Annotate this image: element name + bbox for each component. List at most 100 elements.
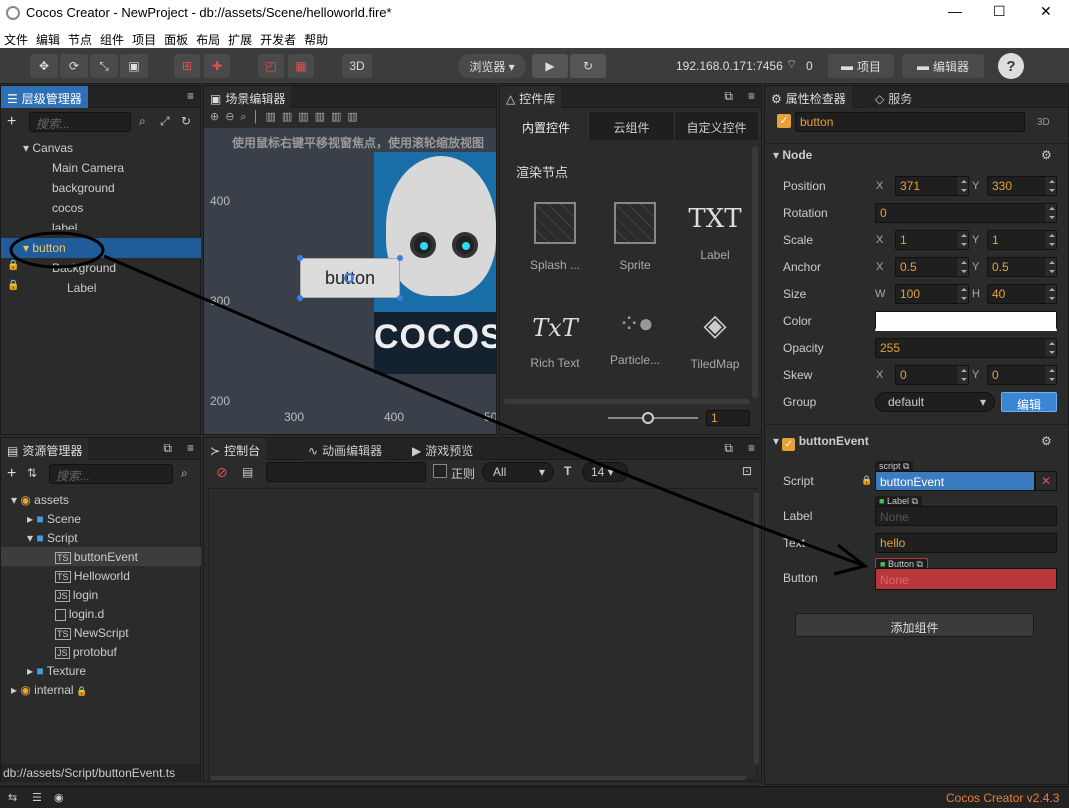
menu-node[interactable]: 节点 [64, 26, 96, 48]
tab-builtin[interactable]: 内置控件 [504, 112, 588, 140]
widget-tiledmap[interactable]: ◈ TiledMap [680, 304, 750, 394]
console-filter-input[interactable] [266, 462, 426, 482]
popout-icon[interactable]: ⧉ [724, 89, 733, 104]
scale-tool-button[interactable]: ⤡ [90, 54, 118, 78]
hierarchy-search-input[interactable]: 搜索... [29, 112, 131, 132]
panel-menu-icon[interactable]: ≡ [748, 441, 755, 455]
node-section-header[interactable]: ▾ Node [773, 148, 812, 162]
remove-script-button[interactable]: ✕ [1035, 471, 1057, 491]
sort-icon[interactable]: ⇅ [27, 466, 37, 480]
widget-label-item[interactable]: TXT Label [680, 194, 750, 284]
minimize-button[interactable]: — [948, 3, 962, 19]
widget-sprite[interactable]: Sprite [600, 194, 670, 284]
refresh-icon[interactable]: ↻ [181, 114, 191, 128]
tab-widgets[interactable]: △ 控件库 [500, 86, 562, 108]
size-h-input[interactable]: 40 [987, 284, 1057, 304]
widgets-hscrollbar[interactable] [504, 399, 750, 404]
widget-zoom-input[interactable]: 1 [706, 410, 750, 426]
clear-console-icon[interactable]: ⊘ [216, 464, 228, 481]
anchor-y-input[interactable]: 0.5 [987, 257, 1057, 277]
tab-services[interactable]: ◇ 服务 [869, 86, 919, 108]
rotate-tool-button[interactable]: ⟳ [60, 54, 88, 78]
selection-handle[interactable] [397, 255, 403, 261]
button-ref-field[interactable]: None [875, 568, 1057, 590]
badge-3d[interactable]: 3D [1037, 117, 1050, 128]
scene-canvas[interactable]: 使用鼠标右键平移视窗焦点，使用滚轮缩放视图 400 300 200 300 40… [204, 128, 496, 434]
open-project-button[interactable]: ▬ 项目 [828, 54, 894, 78]
tab-console[interactable]: ≻ 控制台 [204, 438, 267, 460]
skew-x-input[interactable]: 0 [895, 365, 969, 385]
panel-menu-icon[interactable]: ≡ [187, 441, 194, 455]
tree-node-cocos[interactable]: cocos [52, 198, 83, 218]
add-component-button[interactable]: 添加组件 [795, 613, 1034, 637]
panel-menu-icon[interactable]: ≡ [187, 89, 194, 103]
size-w-input[interactable]: 100 [895, 284, 969, 304]
tab-game-preview[interactable]: ▶ 游戏预览 [406, 438, 480, 460]
menu-extension[interactable]: 扩展 [224, 26, 256, 48]
status-sync-icon[interactable]: ⇆ [8, 791, 17, 804]
font-size-select[interactable]: 14 ▾ [582, 462, 628, 482]
regex-checkbox[interactable] [433, 464, 447, 478]
status-eye-icon[interactable]: ◉ [54, 791, 64, 804]
tab-hierarchy[interactable]: ☰ 层级管理器 [1, 86, 88, 108]
widget-particle[interactable]: ⁘● Particle... [600, 304, 670, 394]
asset-folder-scene[interactable]: ▸ ■ Scene [27, 509, 81, 529]
tab-animation[interactable]: ∿ 动画编辑器 [302, 438, 389, 460]
opacity-input[interactable]: 255 [875, 338, 1057, 358]
grid-toggle-button[interactable]: ▦ [288, 54, 314, 78]
panel-menu-icon[interactable]: ≡ [748, 89, 755, 103]
menu-panel[interactable]: 面板 [160, 26, 192, 48]
asset-login[interactable]: JS login [55, 585, 98, 605]
slider-thumb[interactable] [642, 412, 654, 424]
menu-edit[interactable]: 编辑 [32, 26, 64, 48]
help-button[interactable]: ? [998, 53, 1024, 79]
selection-handle[interactable] [397, 295, 403, 301]
settings-gear-icon[interactable]: ⚙ [1041, 434, 1052, 448]
skew-y-input[interactable]: 0 [987, 365, 1057, 385]
close-button[interactable]: ✕ [1040, 3, 1052, 20]
group-select[interactable]: default ▾ [875, 392, 995, 412]
collapse-console-icon[interactable]: ⊡ [742, 464, 752, 478]
color-swatch[interactable] [875, 311, 1057, 331]
tree-node-button[interactable]: ▾ button [23, 238, 66, 258]
search-icon[interactable]: ⌕ [181, 466, 188, 481]
browser-select[interactable]: 浏览器 ▾ [458, 54, 526, 78]
add-node-button[interactable]: + [7, 113, 16, 131]
position-x-input[interactable]: 371 [895, 176, 969, 196]
selection-handle[interactable] [297, 255, 303, 261]
play-button[interactable]: ▶ [532, 54, 568, 78]
tree-node-button-label[interactable]: Label [67, 278, 96, 298]
edit-group-button[interactable]: 编辑 [1001, 392, 1057, 412]
tab-custom[interactable]: 自定义控件 [674, 112, 758, 140]
settings-gear-icon[interactable]: ⚙ [1041, 148, 1052, 162]
component-enabled-checkbox[interactable]: ✓ [782, 438, 796, 451]
tab-assets[interactable]: ▤ 资源管理器 [1, 438, 89, 460]
widgets-scrollbar[interactable] [752, 146, 758, 398]
anchor-point-handle[interactable] [344, 273, 354, 283]
tab-inspector[interactable]: ⚙ 属性检查器 [765, 86, 852, 108]
script-asset-field[interactable]: buttonEvent [875, 471, 1035, 491]
assets-search-input[interactable]: 搜索... [49, 464, 173, 484]
popout-icon[interactable]: ⧉ [163, 441, 172, 456]
asset-helloworld[interactable]: TS Helloworld [55, 566, 130, 586]
asset-folder-texture[interactable]: ▸ ■ Texture [27, 661, 86, 681]
asset-buttonevent[interactable]: TS buttonEvent [55, 547, 138, 567]
menu-project[interactable]: 项目 [128, 26, 160, 48]
open-log-icon[interactable]: ▤ [242, 465, 253, 479]
tree-node-canvas[interactable]: ▾ Canvas [23, 138, 73, 158]
tab-cloud[interactable]: 云组件 [588, 112, 674, 140]
console-hscrollbar[interactable] [210, 776, 746, 780]
snap-toggle-button[interactable]: ◰ [258, 54, 284, 78]
log-level-select[interactable]: All ▾ [482, 462, 554, 482]
asset-newscript[interactable]: TS NewScript [55, 623, 129, 643]
text-input[interactable]: hello [875, 533, 1057, 553]
menu-developer[interactable]: 开发者 [256, 26, 300, 48]
maximize-button[interactable]: ☐ [993, 3, 1006, 20]
pivot-toggle-button[interactable]: ⊞ [174, 54, 200, 78]
asset-folder-script[interactable]: ▾ ■ Script [27, 528, 78, 548]
scale-y-input[interactable]: 1 [987, 230, 1057, 250]
asset-protobuf[interactable]: JS protobuf [55, 642, 117, 662]
scale-x-input[interactable]: 1 [895, 230, 969, 250]
add-asset-button[interactable]: + [7, 465, 16, 483]
asset-root[interactable]: ▾ ◉ assets [11, 490, 69, 510]
